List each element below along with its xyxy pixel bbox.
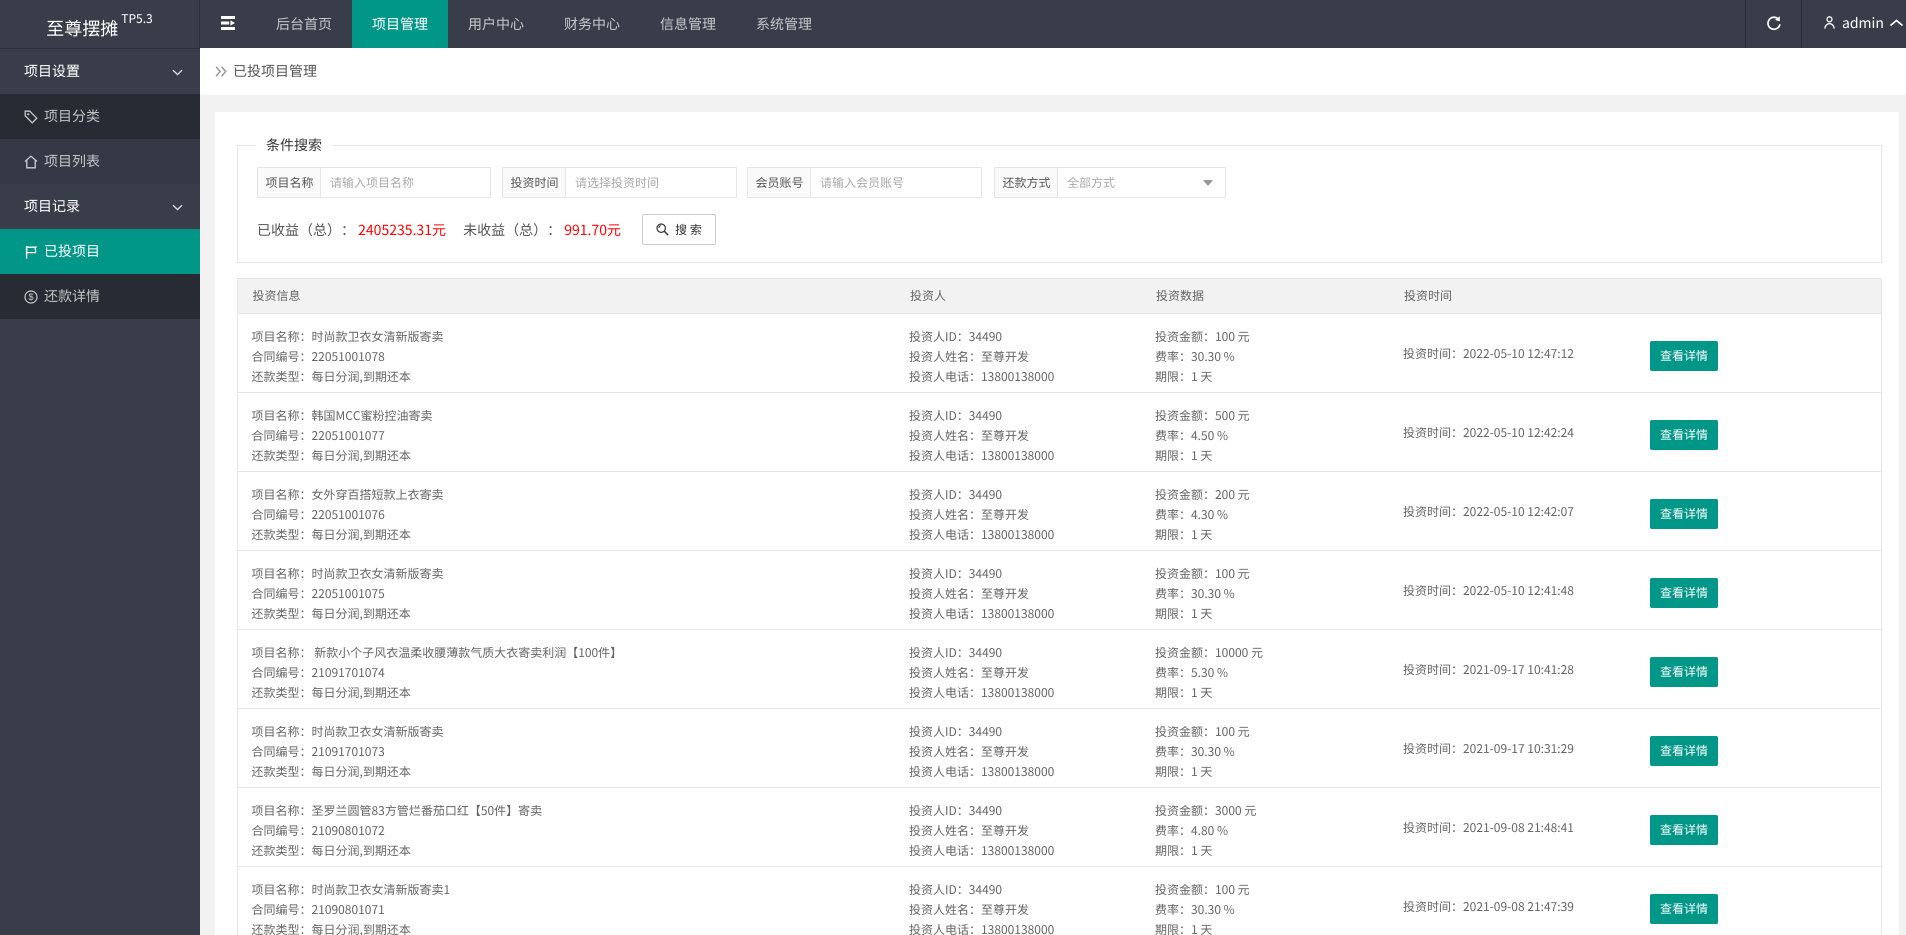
svg-text:$: $	[28, 292, 33, 302]
